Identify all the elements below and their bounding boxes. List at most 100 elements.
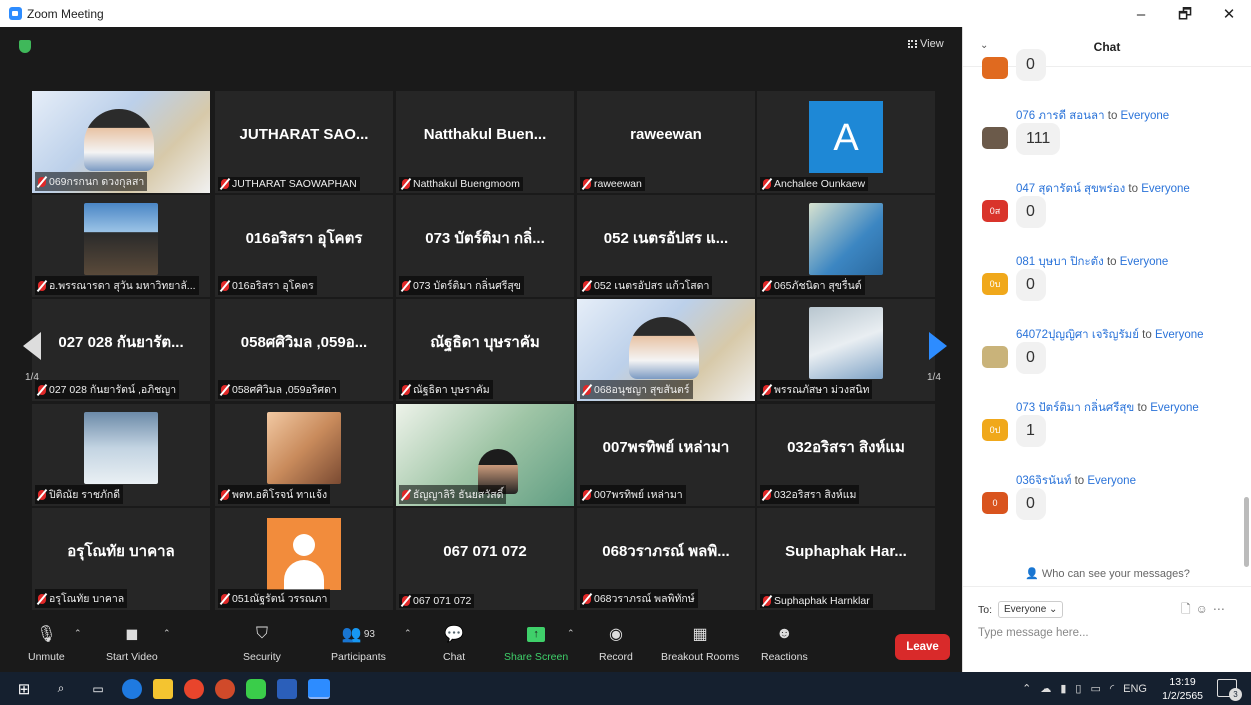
clock[interactable]: 13:19 1/2/2565 — [1162, 675, 1203, 703]
share-screen-icon: ↑ — [527, 625, 546, 643]
participants-button[interactable]: 👥 93 Participants — [331, 625, 386, 663]
language-indicator[interactable]: ENG — [1123, 683, 1147, 695]
sender-name: 076 ภารดี สอนลา — [1016, 110, 1105, 122]
participant-tile[interactable]: 068อนุชญา สุขสันตร์ — [577, 299, 755, 401]
start-video-button[interactable]: ◼ Start Video — [106, 625, 158, 663]
participant-name: ธัญญาลิริ ธันยสวัสดิ์ — [413, 489, 504, 501]
share-screen-button[interactable]: ↑ Share Screen — [504, 625, 568, 663]
minimize-button[interactable]: – — [1119, 0, 1163, 27]
muted-mic-icon — [221, 280, 229, 291]
word-icon[interactable] — [277, 678, 297, 699]
wifi-icon[interactable]: ◜ — [1110, 682, 1114, 695]
unmute-button[interactable]: 🎙 Unmute — [28, 625, 65, 663]
leave-button[interactable]: Leave — [895, 634, 950, 660]
battery-icon[interactable]: ▯ — [1075, 682, 1081, 695]
powerpoint-icon[interactable] — [215, 678, 235, 699]
share-options-caret[interactable]: ⌃ — [567, 628, 575, 639]
zoom-taskbar-icon[interactable] — [308, 678, 330, 699]
cloud-icon[interactable]: ☁ — [1040, 682, 1051, 695]
participant-display-name: 016อริสรา อุโคตร — [245, 230, 363, 247]
participant-tile[interactable]: Natthakul Buen... Natthakul Buengmoom — [396, 91, 574, 193]
participant-photo — [84, 203, 158, 275]
participant-display-name: Suphaphak Har... — [785, 542, 907, 560]
message-bubble: 0 — [1016, 269, 1046, 301]
usb-icon[interactable]: ▮ — [1060, 682, 1066, 695]
participant-name-label: 052 เนตรอัปสร แก้วโสดา — [580, 276, 713, 295]
participant-tile[interactable]: 051ณัฐรัตน์ วรรณภา — [215, 508, 393, 610]
participant-name: 068วราภรณ์ พลพิทักษ์ — [594, 593, 695, 605]
message-bubble: 1 — [1016, 415, 1046, 447]
recipient-dropdown[interactable]: Everyone ⌄ — [998, 601, 1064, 618]
line-app-icon[interactable] — [246, 678, 266, 699]
participant-name-label: 069กรกนก ดวงกุลสา — [35, 172, 148, 191]
participant-display-name: raweewan — [630, 125, 702, 143]
participant-tile[interactable]: 007พรทิพย์ เหล่ามา 007พรทิพย์ เหล่ามา — [577, 404, 755, 506]
audio-options-caret[interactable]: ⌃ — [74, 628, 82, 639]
next-page-arrow-icon[interactable] — [929, 332, 947, 360]
encryption-shield-icon[interactable] — [19, 40, 31, 53]
who-can-see-link[interactable]: 👤 Who can see your messages? — [963, 567, 1251, 587]
participant-tile[interactable]: 073 บัตร์ติมา กลิ่... 073 บัตร์ติมา กลิ่น… — [396, 195, 574, 297]
chat-button[interactable]: 💬 Chat — [443, 625, 465, 663]
participant-tile[interactable]: ปิติณัย ราชภักดี — [32, 404, 210, 506]
breakout-rooms-button[interactable]: ▦ Breakout Rooms — [661, 625, 739, 663]
muted-mic-icon — [221, 384, 229, 395]
view-button[interactable]: View — [908, 38, 944, 50]
participant-tile[interactable]: อ.พรรณารดา สุวัน มหาวิทยาลั... — [32, 195, 210, 297]
prev-page-arrow-icon[interactable] — [23, 332, 41, 360]
more-icon[interactable]: ⋯ — [1213, 602, 1230, 616]
file-icon[interactable]: 🗋 — [1181, 602, 1196, 616]
windows-start-icon[interactable]: ⊞ — [11, 679, 37, 699]
chrome-icon[interactable] — [184, 678, 204, 699]
edge-browser-icon[interactable] — [122, 678, 142, 699]
participant-tile[interactable]: ธัญญาลิริ ธันยสวัสดิ์ — [396, 404, 574, 506]
participant-display-name: 058ศศิวิมล ,059อ... — [240, 334, 368, 351]
participant-tile[interactable]: พรรณภัสษา ม่วงสนิท — [757, 299, 935, 401]
emoji-icon[interactable]: ☺ — [1196, 602, 1213, 616]
close-button[interactable]: ✕ — [1207, 0, 1251, 27]
participant-tile[interactable]: 065ภัชนิดา สุขรื่นต์ — [757, 195, 935, 297]
to-word: to — [1071, 475, 1088, 487]
record-button[interactable]: ◉ Record — [599, 625, 633, 663]
network-icon[interactable]: ▭ — [1090, 682, 1100, 695]
participant-tile[interactable]: raweewan raweewan — [577, 91, 755, 193]
participant-tile[interactable]: อรุโณทัย บาคาล อรุโณทัย บาคาล — [32, 508, 210, 610]
participant-name: 068อนุชญา สุขสันตร์ — [594, 384, 690, 396]
participant-tile[interactable]: 067 071 072 067 071 072 — [396, 508, 574, 610]
security-button[interactable]: ⛉ Security — [243, 625, 281, 663]
chat-bubble-icon: 💬 — [444, 626, 465, 643]
chat-message-input[interactable]: Type message here... — [978, 627, 1089, 639]
chevron-down-icon[interactable]: ⌄ — [980, 40, 988, 51]
participant-name-label: 067 071 072 — [399, 594, 475, 608]
participant-tile[interactable]: ณัฐธิดา บุษราคัม ณัฐธิดา บุษราคัม — [396, 299, 574, 401]
participant-tile[interactable]: 068วราภรณ์ พลพิ... 068วราภรณ์ พลพิทักษ์ — [577, 508, 755, 610]
task-view-icon[interactable]: ▭ — [85, 679, 111, 699]
zoom-app-icon — [9, 7, 22, 20]
participant-tile[interactable]: 069กรกนก ดวงกุลสา — [32, 91, 210, 193]
participant-name-label: ธัญญาลิริ ธันยสวัสดิ์ — [399, 485, 507, 504]
search-icon[interactable]: ⌕ — [48, 679, 74, 699]
message-sender: 64072ปุญญิศา เจริญรัมย์ to Everyone — [1016, 326, 1204, 344]
chevron-up-icon[interactable]: ⌃ — [1022, 682, 1031, 695]
participant-tile[interactable]: JUTHARAT SAO... JUTHARAT SAOWAPHAN — [215, 91, 393, 193]
participant-tile[interactable]: 052 เนตรอัปสร แ... 052 เนตรอัปสร แก้วโสดา — [577, 195, 755, 297]
participant-tile[interactable]: 027 028 กันยารัต... 027 028 กันยารัตน์ ,อ… — [32, 299, 210, 401]
reactions-button[interactable]: ☻ Reactions — [761, 625, 808, 663]
maximize-button[interactable]: 🗗 — [1163, 0, 1207, 27]
muted-mic-icon — [402, 280, 410, 291]
participant-name-label: 027 028 กันยารัตน์ ,อภิชญา — [35, 380, 180, 399]
muted-mic-icon — [763, 384, 771, 395]
video-options-caret[interactable]: ⌃ — [163, 628, 171, 639]
participant-tile[interactable]: พตท.อติโรจน์ ทาแจ้ง — [215, 404, 393, 506]
participant-tile[interactable]: 032อริสรา สิงห์แม 032อริสรา สิงห์แม — [757, 404, 935, 506]
to-label: To: — [978, 603, 993, 616]
participant-tile[interactable]: Suphaphak Har... Suphaphak Harnklar — [757, 508, 935, 610]
muted-mic-icon — [763, 489, 771, 500]
participant-tile[interactable]: 058ศศิวิมล ,059อ... 058ศศิวิมล ,059อริศดา — [215, 299, 393, 401]
chat-scrollbar[interactable] — [1244, 497, 1249, 567]
file-explorer-icon[interactable] — [153, 678, 173, 699]
notifications-icon[interactable]: 3 — [1217, 679, 1242, 701]
participant-tile[interactable]: A Anchalee Ounkaew — [757, 91, 935, 193]
participants-options-caret[interactable]: ⌃ — [404, 628, 412, 639]
participant-tile[interactable]: 016อริสรา อุโคตร 016อริสรา อุโคตร — [215, 195, 393, 297]
